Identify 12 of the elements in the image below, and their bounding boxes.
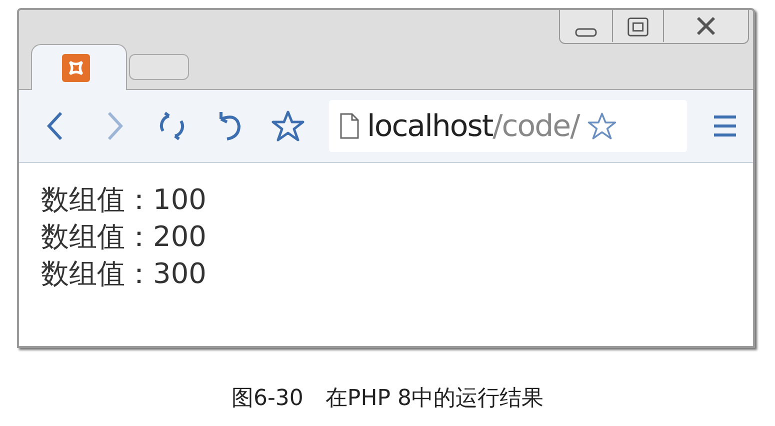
maximize-icon[interactable] (612, 10, 664, 42)
output-line: 数组值：300 (41, 256, 208, 292)
bookmark-star-icon[interactable] (587, 111, 618, 141)
figure-caption: 图6-30 在PHP 8中的运行结果 (232, 385, 544, 413)
url-text: localhost/code/ (367, 108, 580, 146)
output-line: 数组值：200 (41, 219, 208, 255)
page-icon (339, 113, 359, 139)
output-line: 数组值：100 (41, 182, 208, 218)
address-bar[interactable]: localhost/code/ (329, 100, 687, 152)
app-logo-icon (62, 54, 90, 82)
browser-tab[interactable] (31, 44, 127, 90)
star-icon[interactable] (271, 109, 305, 143)
